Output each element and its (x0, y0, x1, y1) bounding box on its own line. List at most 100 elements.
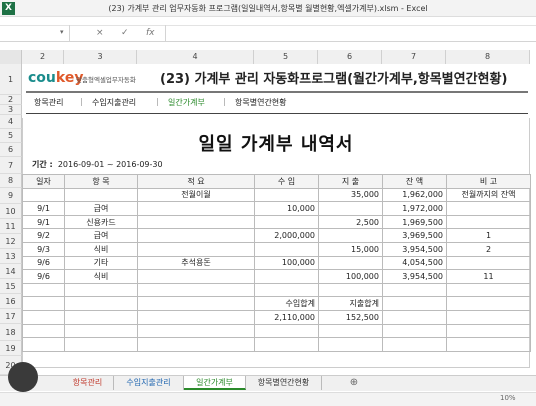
cell[interactable] (254, 241, 319, 257)
row-header[interactable]: 11 (0, 219, 22, 234)
cell[interactable]: 15,000 (318, 241, 383, 257)
cell[interactable] (382, 323, 447, 339)
zoom-level[interactable]: 10% (500, 394, 516, 402)
cell[interactable] (22, 187, 65, 203)
cell[interactable] (64, 187, 138, 203)
row-header[interactable]: 17 (0, 309, 22, 324)
cell[interactable]: 2 (446, 241, 531, 257)
cell[interactable]: 3,954,500 (382, 241, 447, 257)
row-header[interactable]: 12 (0, 234, 22, 249)
cell[interactable] (318, 323, 383, 339)
cell[interactable]: 전월까지의 잔액 (446, 187, 531, 203)
cell[interactable] (254, 282, 319, 298)
income-total-value[interactable]: 2,110,000 (254, 309, 319, 325)
row-header[interactable]: 7 (0, 157, 22, 174)
cell[interactable] (446, 282, 531, 298)
nav-item-daily-ledger[interactable]: 일간가계부 (168, 97, 205, 108)
cell[interactable] (137, 214, 255, 230)
cell[interactable]: 9/6 (22, 255, 65, 271)
column-header[interactable]: 6 (318, 50, 382, 64)
row-header[interactable]: 9 (0, 188, 22, 204)
row-header[interactable]: 4 (0, 115, 22, 129)
header-item[interactable]: 항 목 (64, 174, 138, 189)
sheet-tab-daily-ledger[interactable]: 일간가계부 (184, 376, 246, 390)
select-all-corner[interactable] (0, 50, 22, 64)
cell[interactable]: 9/1 (22, 214, 65, 230)
row-header[interactable]: 18 (0, 324, 22, 341)
cell[interactable] (22, 282, 65, 298)
header-note[interactable]: 비 고 (446, 174, 531, 189)
cell[interactable] (318, 255, 383, 271)
cell[interactable]: 3,954,500 (382, 269, 447, 284)
cell[interactable] (22, 323, 65, 339)
row-header[interactable]: 6 (0, 143, 22, 157)
cell[interactable] (382, 337, 447, 352)
cell[interactable] (254, 269, 319, 284)
cell[interactable]: 9/3 (22, 241, 65, 257)
cell[interactable] (22, 309, 65, 325)
cell[interactable]: 식비 (64, 269, 138, 284)
row-header[interactable]: 2 (0, 95, 22, 105)
cell[interactable] (137, 323, 255, 339)
column-header[interactable]: 8 (446, 50, 530, 64)
cell[interactable] (254, 214, 319, 230)
cell[interactable]: 1,962,000 (382, 187, 447, 203)
row-header[interactable]: 8 (0, 174, 22, 188)
row-header[interactable]: 15 (0, 279, 22, 294)
cell[interactable] (137, 282, 255, 298)
cell[interactable] (446, 201, 531, 216)
cell[interactable] (382, 309, 447, 325)
cell[interactable] (137, 241, 255, 257)
cell[interactable] (64, 323, 138, 339)
cell[interactable]: 9/6 (22, 269, 65, 284)
cell[interactable] (254, 323, 319, 339)
cell[interactable]: 급여 (64, 201, 138, 216)
cancel-icon[interactable]: × (96, 28, 104, 38)
cell[interactable] (446, 323, 531, 339)
cell[interactable]: 4,054,500 (382, 255, 447, 271)
cell[interactable] (22, 337, 65, 352)
lens-overlay-button[interactable] (8, 362, 38, 392)
cell[interactable] (22, 296, 65, 311)
cell[interactable] (137, 269, 255, 284)
row-header[interactable]: 1 (0, 64, 22, 95)
cell[interactable] (137, 309, 255, 325)
column-header[interactable]: 7 (382, 50, 446, 64)
row-header[interactable]: 5 (0, 129, 22, 143)
cell[interactable]: 100,000 (254, 255, 319, 271)
cell[interactable] (64, 337, 138, 352)
cell[interactable] (446, 296, 531, 311)
cell[interactable] (446, 214, 531, 230)
column-header[interactable]: 5 (254, 50, 318, 64)
function-icon[interactable]: fx (146, 28, 155, 38)
cell[interactable]: 전월이월 (137, 187, 255, 203)
cell[interactable] (254, 337, 319, 352)
row-header[interactable]: 16 (0, 294, 22, 309)
cell[interactable]: 급여 (64, 228, 138, 243)
cell[interactable] (382, 296, 447, 311)
cell[interactable] (64, 282, 138, 298)
cell[interactable] (64, 296, 138, 311)
cell[interactable] (137, 228, 255, 243)
cell[interactable] (446, 309, 531, 325)
header-income[interactable]: 수 입 (254, 174, 319, 189)
column-header[interactable]: 4 (137, 50, 254, 64)
header-date[interactable]: 일자 (22, 174, 65, 189)
cell[interactable] (137, 296, 255, 311)
row-header[interactable]: 10 (0, 204, 22, 219)
cell[interactable] (137, 337, 255, 352)
nav-item-annual-status[interactable]: 항목별연간현황 (235, 97, 287, 108)
chevron-down-icon[interactable]: ▾ (60, 28, 64, 36)
cell[interactable]: 기타 (64, 255, 138, 271)
cell[interactable]: 1,969,500 (382, 214, 447, 230)
row-header[interactable]: 19 (0, 341, 22, 356)
row-header[interactable]: 14 (0, 264, 22, 279)
cell[interactable]: 10,000 (254, 201, 319, 216)
cell[interactable] (318, 201, 383, 216)
row-header[interactable]: 3 (0, 105, 22, 115)
expense-total-value[interactable]: 152,500 (318, 309, 383, 325)
cell[interactable]: 신용카드 (64, 214, 138, 230)
header-memo[interactable]: 적 요 (137, 174, 255, 189)
income-total-label[interactable]: 수입합계 (254, 296, 319, 311)
header-expense[interactable]: 지 출 (318, 174, 383, 189)
